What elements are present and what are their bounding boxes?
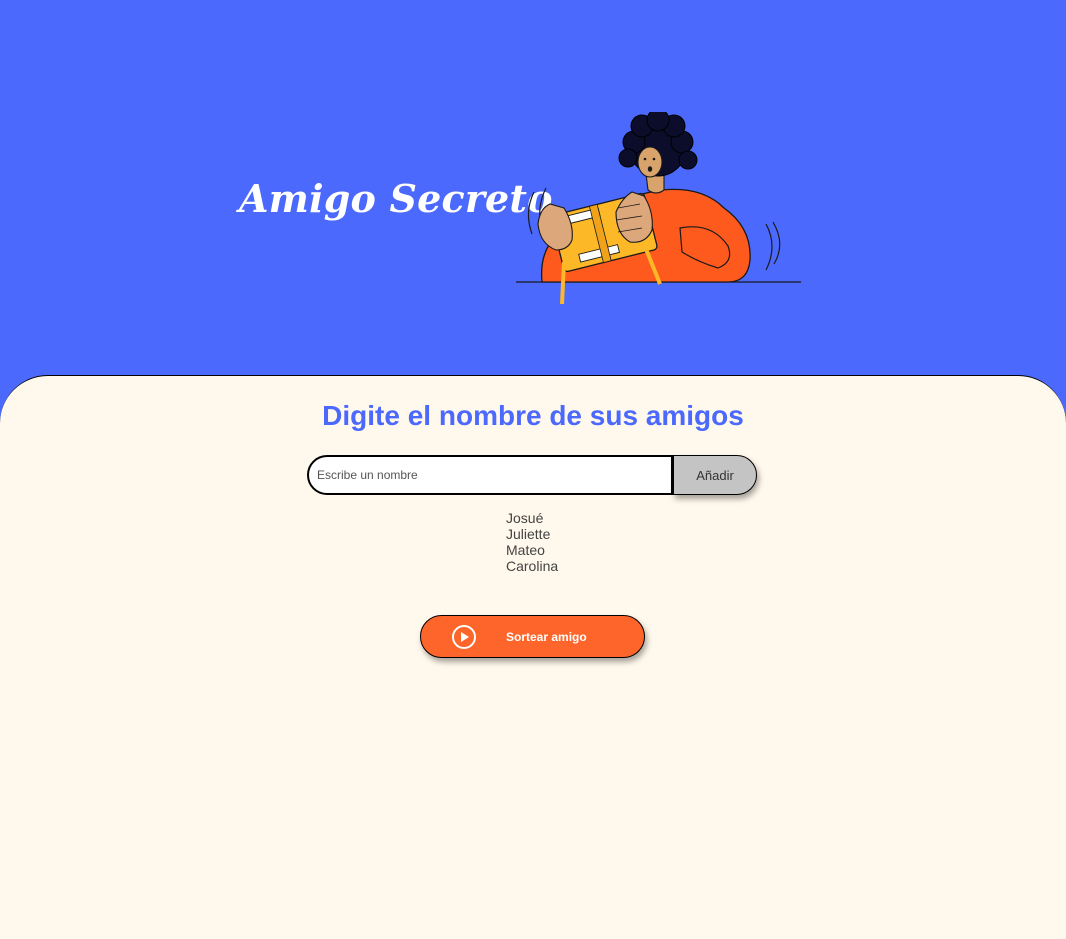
page: Amigo Secreto Digite el nombre de sus am… [0,0,1066,939]
list-item: Mateo [506,542,545,558]
list-item: Carolina [506,558,559,574]
list-item: Josué [506,510,544,526]
name-input[interactable] [307,455,673,495]
add-button[interactable]: Añadir [673,455,757,495]
page-title: Amigo Secreto [239,176,553,221]
main-panel: Digite el nombre de sus amigos Añadir Jo… [0,375,1066,939]
person-gift-illustration-icon [516,112,801,305]
header-banner: Amigo Secreto [0,0,1066,376]
section-heading: Digite el nombre de sus amigos [322,400,744,431]
list-item: Juliette [506,526,551,542]
friends-list: Josué Juliette Mateo Carolina [506,510,558,574]
play-circle-icon [452,625,476,649]
draw-friend-button[interactable]: Sortear amigo [420,615,645,658]
draw-friend-label: Sortear amigo [506,630,587,644]
